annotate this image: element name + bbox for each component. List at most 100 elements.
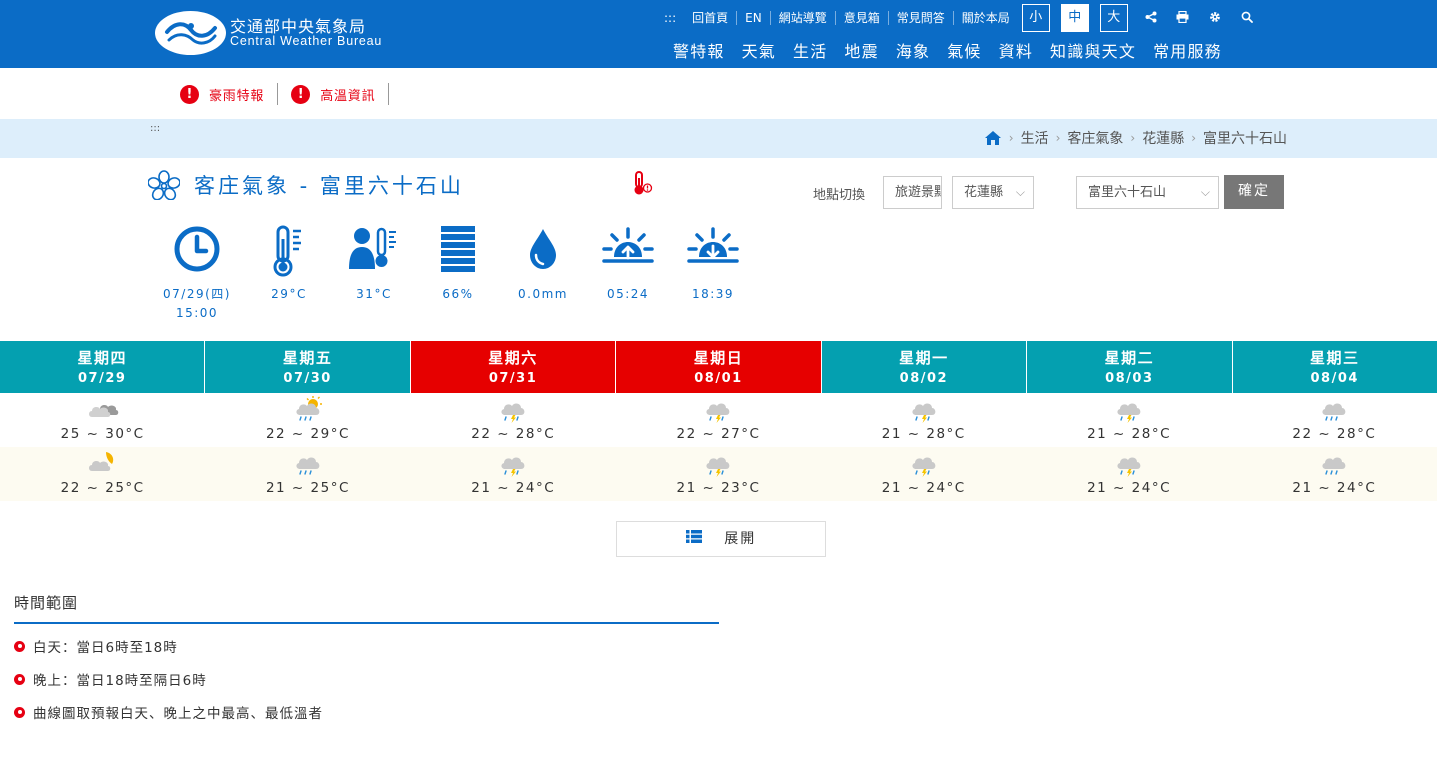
font-size-large-button[interactable]: 大 — [1099, 4, 1128, 32]
night-temp-range: 21 ~ 23°C — [676, 480, 761, 496]
obs-humidity-value: 66% — [442, 287, 474, 301]
chevron-right-icon: › — [1130, 131, 1136, 145]
bullet-icon — [14, 706, 25, 718]
nav-warnings[interactable]: 警特報 — [673, 40, 725, 64]
cwb-logo-icon — [155, 11, 226, 55]
weekday-label: 星期六 — [488, 349, 538, 367]
forecast-day-cell: 21 ~ 28°C — [821, 393, 1026, 447]
bullet-icon — [14, 640, 25, 652]
font-size-small-button[interactable]: 小 — [1021, 4, 1050, 32]
weekday-label: 星期三 — [1309, 349, 1360, 367]
breadcrumb-bar: ::: › 生活 › 客庄氣象 › 花蓮縣 › 富里六十石山 — [0, 119, 1437, 158]
accesskey-link[interactable]: ::: — [664, 11, 684, 25]
county-select-value: 花蓮縣 — [964, 185, 1004, 200]
alert-heavy-rain[interactable]: ! 豪雨特報 — [180, 83, 279, 105]
alert-bar: ! 豪雨特報 ! 高溫資訊 — [180, 82, 402, 106]
alert-high-temp-label: 高溫資訊 — [320, 88, 376, 104]
divider — [14, 622, 719, 624]
shower-icon — [1322, 403, 1346, 421]
high-temperature-icon[interactable] — [631, 170, 653, 196]
time-range-item: 曲線圖取預報白天、晚上之中最高、最低溫者 — [14, 702, 323, 722]
site-select[interactable]: 富里六十石山 ⌵ — [1076, 176, 1219, 209]
chevron-down-icon: ⌵ — [1015, 185, 1025, 199]
night-temp-range: 21 ~ 24°C — [1292, 480, 1377, 496]
logo-english-name: Central Weather Bureau — [230, 34, 383, 48]
weekly-forecast-table: 星期四 07/29 星期五 07/30 星期六 07/31 星期日 08/01 星期一 08/02… — [0, 341, 1437, 501]
apparent-temperature-icon — [349, 227, 396, 269]
gear-icon[interactable] — [1208, 11, 1222, 25]
thunderstorm-icon — [912, 457, 936, 477]
confirm-button[interactable]: 確定 — [1224, 175, 1284, 209]
date-label: 07/30 — [283, 371, 332, 386]
site-select-value: 富里六十石山 — [1088, 185, 1167, 200]
nav-life[interactable]: 生活 — [793, 40, 827, 64]
forecast-day-cell: 22 ~ 28°C — [1232, 393, 1437, 447]
day-temp-range: 21 ~ 28°C — [1087, 426, 1172, 442]
forecast-day-header: 星期三 08/04 — [1232, 341, 1437, 393]
obs-hour: 15:00 — [175, 306, 219, 320]
font-size-medium-button[interactable]: 中 — [1060, 4, 1089, 32]
nav-marine[interactable]: 海象 — [896, 40, 930, 64]
night-temp-range: 21 ~ 24°C — [1087, 480, 1172, 496]
forecast-night-cell: 21 ~ 25°C — [205, 447, 410, 501]
share-icon[interactable] — [1144, 11, 1158, 25]
english-link[interactable]: EN — [737, 11, 771, 25]
faq-link[interactable]: 常見問答 — [889, 11, 954, 25]
cloudy-icon — [88, 404, 118, 417]
category-select[interactable]: 旅遊景點 — [883, 176, 942, 209]
obs-rainfall-value: 0.0mm — [518, 287, 568, 301]
time-range-title: 時間範圍 — [14, 594, 79, 612]
breadcrumb-hakka-weather[interactable]: 客庄氣象 — [1067, 128, 1123, 148]
forecast-day-cell: 22 ~ 29°C — [205, 393, 410, 447]
nav-weather[interactable]: 天氣 — [742, 40, 776, 64]
humidity-bars-icon — [441, 226, 475, 272]
category-select-value: 旅遊景點 — [895, 185, 942, 200]
forecast-night-cell: 21 ~ 24°C — [1232, 447, 1437, 501]
breadcrumb-county[interactable]: 花蓮縣 — [1142, 128, 1184, 148]
breadcrumb: › 生活 › 客庄氣象 › 花蓮縣 › 富里六十石山 — [984, 128, 1287, 148]
obs-humidity: 66% — [418, 225, 498, 304]
time-range-item: 晚上：當日18時至隔日6時 — [14, 669, 207, 689]
nav-knowledge[interactable]: 知識與天文 — [1050, 40, 1136, 64]
forecast-day-cell: 25 ~ 30°C — [0, 393, 205, 447]
nav-data[interactable]: 資料 — [999, 40, 1033, 64]
alert-heavy-rain-label: 豪雨特報 — [209, 88, 265, 104]
home-link[interactable]: 回首頁 — [684, 11, 738, 25]
weekday-label: 星期一 — [899, 349, 949, 367]
day-temp-range: 22 ~ 27°C — [676, 426, 761, 442]
expand-button[interactable]: 展開 — [616, 521, 826, 557]
alert-high-temp[interactable]: ! 高溫資訊 — [291, 83, 390, 105]
forecast-day-header: 星期六 07/31 — [410, 341, 617, 393]
date-label: 07/31 — [488, 371, 538, 386]
date-label: 08/02 — [899, 371, 949, 386]
logo[interactable]: 交通部中央氣象局 Central Weather Bureau — [155, 11, 385, 57]
obs-apparent-temperature: 31°C — [334, 225, 414, 304]
nav-services[interactable]: 常用服務 — [1153, 40, 1222, 64]
forecast-night-cell: 22 ~ 25°C — [0, 447, 205, 501]
search-icon[interactable] — [1240, 11, 1254, 25]
time-range-night: 晚上：當日18時至隔日6時 — [33, 673, 207, 689]
obs-sunset-value: 18:39 — [691, 287, 735, 301]
thunderstorm-icon — [1117, 457, 1141, 477]
shower-icon — [296, 457, 320, 475]
print-icon[interactable] — [1176, 10, 1190, 25]
county-select[interactable]: 花蓮縣 ⌵ — [952, 176, 1034, 209]
forecast-day-cell: 22 ~ 28°C — [411, 393, 616, 447]
nav-climate[interactable]: 氣候 — [947, 40, 981, 64]
date-label: 08/01 — [694, 371, 743, 386]
day-temp-range: 21 ~ 28°C — [881, 426, 966, 442]
accesskey-center[interactable]: ::: — [150, 123, 160, 134]
feedback-link[interactable]: 意見箱 — [836, 11, 889, 25]
chevron-right-icon: › — [1055, 131, 1061, 145]
sunny-shower-icon — [296, 396, 322, 421]
chevron-right-icon: › — [1191, 131, 1196, 145]
obs-temperature-value: 29°C — [271, 287, 307, 301]
sitemap-link[interactable]: 網站導覽 — [771, 11, 836, 25]
home-icon[interactable] — [984, 130, 1002, 146]
thunderstorm-icon — [1117, 403, 1141, 423]
forecast-day-cell: 21 ~ 28°C — [1026, 393, 1231, 447]
about-link[interactable]: 關於本局 — [954, 11, 1018, 25]
breadcrumb-life[interactable]: 生活 — [1021, 128, 1049, 148]
nav-earthquake[interactable]: 地震 — [844, 40, 878, 64]
list-icon — [685, 522, 702, 556]
